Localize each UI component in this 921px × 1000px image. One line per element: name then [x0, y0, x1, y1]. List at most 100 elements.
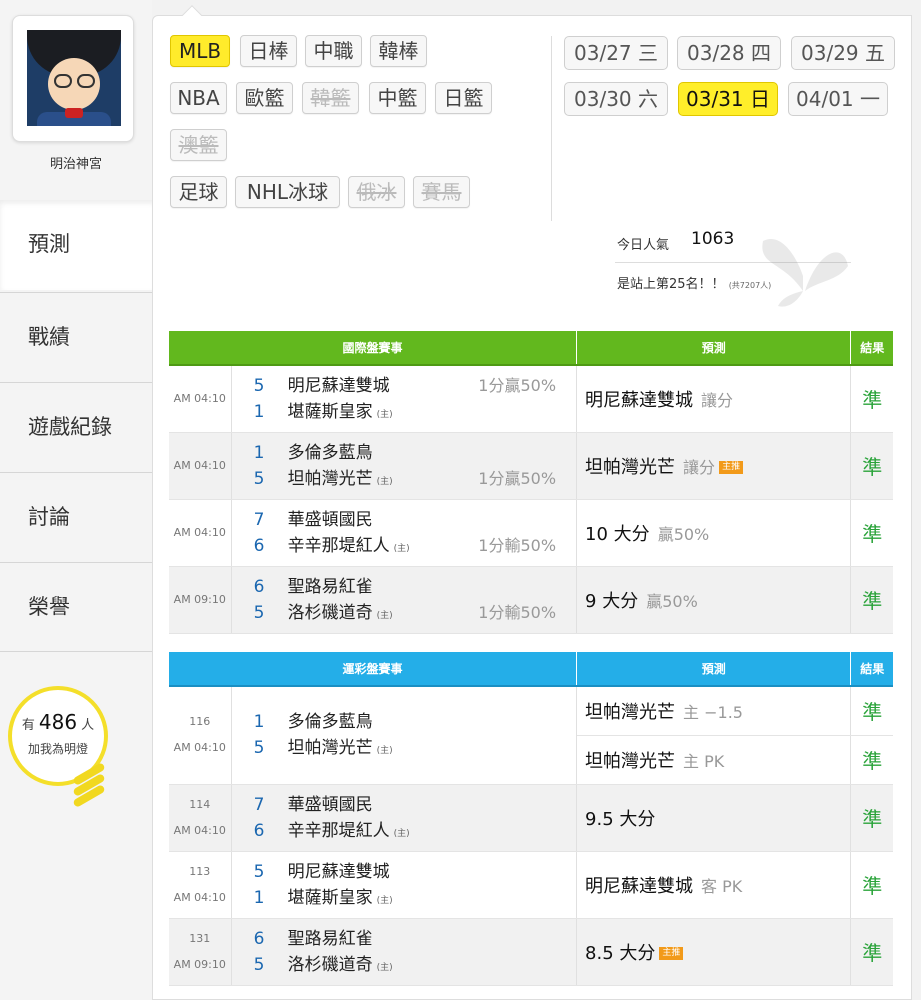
team-line: 1 堪薩斯皇家 (主) — [254, 885, 576, 911]
sport-tab-npb[interactable]: 日棒 — [240, 35, 297, 67]
team-line: 1 堪薩斯皇家 (主) — [254, 399, 576, 425]
divider — [551, 36, 552, 221]
date-tab-0329[interactable]: 03/29 五 — [791, 36, 895, 70]
odds-text: 1分贏50% — [478, 375, 557, 395]
nav-item-discussion[interactable]: 討論 — [0, 472, 152, 562]
game-info: 114 AM 04:10 — [169, 784, 232, 852]
team-name[interactable]: 坦帕灣光芒 — [288, 738, 373, 758]
team-line: 5 坦帕灣光芒 (主) 1分贏50% — [254, 466, 576, 492]
sport-tab-kbo[interactable]: 韓棒 — [370, 35, 427, 67]
prediction-pick: 坦帕灣光芒 — [585, 750, 676, 772]
nav-item-record[interactable]: 戰績 — [0, 292, 152, 382]
intl-header-result: 結果 — [850, 331, 893, 366]
team-name[interactable]: 明尼蘇達雙城 — [288, 862, 390, 882]
team-line: 5 洛杉磯道奇 (主) — [254, 952, 576, 978]
prediction-cell: 9 大分 贏50% — [576, 566, 852, 634]
game-time: AM 09:10 — [173, 957, 226, 971]
team-score: 6 — [253, 928, 265, 949]
sport-tab-aus-basketball: 澳籃 — [170, 129, 227, 161]
team-name[interactable]: 堪薩斯皇家 — [288, 888, 373, 908]
result-mark: 準 — [850, 566, 893, 634]
home-marker: (主) — [376, 476, 393, 487]
team-name[interactable]: 辛辛那堤紅人 — [288, 536, 390, 556]
team-name[interactable]: 華盛頓國民 — [288, 795, 373, 815]
team-name[interactable]: 洛杉磯道奇 — [288, 955, 373, 975]
team-line: 5 明尼蘇達雙城 1分贏50% — [254, 373, 576, 399]
sport-tab-mlb[interactable]: MLB — [170, 35, 230, 67]
team-name[interactable]: 聖路易紅雀 — [288, 929, 373, 949]
team-name[interactable]: 多倫多藍鳥 — [288, 712, 373, 732]
prediction-pick: 明尼蘇達雙城 — [585, 389, 694, 411]
result-mark: 準 — [850, 735, 893, 785]
home-marker: (主) — [376, 895, 393, 906]
game-number: 116 — [189, 715, 211, 729]
lottery-header-games: 運彩盤賽事 — [169, 652, 578, 687]
sport-tab-euro-basketball[interactable]: 歐籃 — [236, 82, 293, 114]
avatar-card[interactable] — [12, 15, 134, 142]
team-name[interactable]: 明尼蘇達雙城 — [288, 376, 390, 396]
sport-tab-soccer[interactable]: 足球 — [170, 176, 227, 208]
team-name[interactable]: 坦帕灣光芒 — [288, 469, 373, 489]
prediction-detail: 贏50% — [646, 591, 698, 611]
team-name[interactable]: 聖路易紅雀 — [288, 577, 373, 597]
team-name[interactable]: 多倫多藍鳥 — [288, 443, 373, 463]
prediction-cell: 坦帕灣光芒 讓分 主推 — [576, 432, 852, 500]
team-score: 7 — [253, 509, 265, 530]
sport-tab-japan-basketball[interactable]: 日籃 — [435, 82, 492, 114]
nav-item-honor[interactable]: 榮譽 — [0, 562, 152, 652]
team-line: 6 辛辛那堤紅人 (主) 1分輸50% — [254, 533, 576, 559]
username: 明治神宮 — [49, 157, 102, 172]
date-tab-0331[interactable]: 03/31 日 — [678, 82, 778, 116]
game-number: 114 — [189, 797, 211, 811]
team-line: 6 辛辛那堤紅人 (主) — [254, 818, 576, 844]
team-score: 5 — [253, 861, 265, 882]
team-score: 5 — [253, 468, 265, 489]
sport-tab-nba[interactable]: NBA — [170, 82, 227, 114]
sport-tab-nhl[interactable]: NHL冰球 — [235, 176, 340, 208]
team-score: 5 — [253, 954, 265, 975]
team-line: 5 洛杉磯道奇 (主) 1分輸50% — [254, 600, 576, 626]
intl-header-predict: 預測 — [576, 331, 852, 366]
date-tab-0328[interactable]: 03/28 四 — [677, 36, 781, 70]
sport-tab-cpbl[interactable]: 中職 — [305, 35, 362, 67]
date-tab-0330[interactable]: 03/30 六 — [564, 82, 668, 116]
lottery-header-result: 結果 — [850, 652, 893, 687]
game-teams: 5 明尼蘇達雙城 1 堪薩斯皇家 (主) — [231, 851, 578, 919]
team-score: 5 — [253, 602, 265, 623]
game-info: 116 AM 04:10 — [169, 686, 232, 785]
sport-tab-russia-hockey: 俄冰 — [348, 176, 405, 208]
prediction-detail: 客 PK — [701, 876, 743, 896]
fans-count-text: 有 486 人 — [21, 710, 95, 734]
team-name[interactable]: 堪薩斯皇家 — [288, 402, 373, 422]
nav-item-predict[interactable]: 預測 — [0, 200, 156, 290]
team-name[interactable]: 洛杉磯道奇 — [288, 603, 373, 623]
team-line: 7 華盛頓國民 — [254, 507, 576, 533]
avatar[interactable] — [27, 30, 121, 126]
table-row: 113 AM 04:10 5 明尼蘇達雙城 1 堪薩斯皇家 (主) 明尼蘇達雙城客 PK 準 — [169, 851, 893, 919]
game-time: AM 04:10 — [173, 890, 226, 904]
prediction-detail: 讓分 — [683, 457, 716, 477]
team-line: 1 多倫多藍鳥 — [254, 709, 576, 735]
sport-tab-china-basketball[interactable]: 中籃 — [369, 82, 426, 114]
team-name[interactable]: 辛辛那堤紅人 — [288, 821, 390, 841]
date-tab-0401[interactable]: 04/01 一 — [788, 82, 888, 116]
table-row: 114 AM 04:10 7 華盛頓國民 6 辛辛那堤紅人 (主) 9.5 大分 準 — [169, 784, 893, 852]
prediction-detail: 主 −1.5 — [683, 702, 743, 722]
prediction-pick: 明尼蘇達雙城 — [585, 875, 694, 897]
nav-item-game-log[interactable]: 遊戲紀錄 — [0, 382, 152, 472]
team-score: 1 — [253, 442, 265, 463]
home-marker: (主) — [376, 610, 393, 621]
game-teams: 7 華盛頓國民 6 辛辛那堤紅人 (主) — [231, 784, 578, 852]
team-score: 5 — [253, 375, 265, 396]
popularity-label: 今日人氣 — [617, 238, 670, 253]
home-marker: (主) — [376, 962, 393, 973]
game-time: AM 04:10 — [169, 365, 232, 433]
game-teams: 1 多倫多藍鳥 5 坦帕灣光芒 (主) — [231, 686, 578, 785]
team-score: 1 — [253, 887, 265, 908]
sport-tab-horse-racing: 賽馬 — [413, 176, 470, 208]
date-tab-0327[interactable]: 03/27 三 — [564, 36, 668, 70]
prediction-cell: 坦帕灣光芒主 −1.5 — [576, 686, 852, 736]
result-mark: 準 — [850, 365, 893, 433]
team-name[interactable]: 華盛頓國民 — [288, 510, 373, 530]
table-row: 131 AM 09:10 6 聖路易紅雀 5 洛杉磯道奇 (主) 8.5 大分 主推準 — [169, 918, 893, 986]
